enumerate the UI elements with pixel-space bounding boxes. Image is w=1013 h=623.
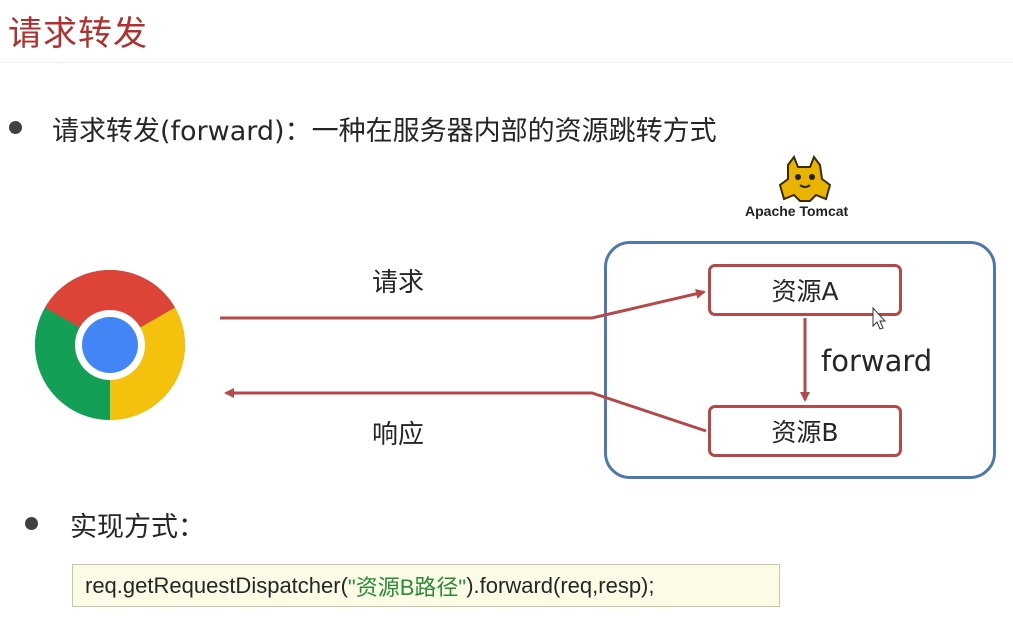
mouse-cursor-icon: [872, 306, 887, 330]
code-suffix: ).forward(req,resp);: [466, 572, 655, 598]
code-prefix: req.getRequestDispatcher(: [85, 572, 348, 598]
bullet-dot-2: [25, 517, 38, 530]
response-arrow: [224, 388, 707, 433]
response-label: 响应: [372, 420, 425, 450]
bullet-implementation: 实现方式：: [70, 512, 205, 543]
forward-label: forward: [821, 344, 933, 378]
code-string-arg: "资源B路径": [347, 574, 467, 600]
code-snippet: req.getRequestDispatcher("资源B路径").forwar…: [72, 564, 780, 607]
request-label: 请求: [372, 268, 425, 298]
request-arrow: [220, 288, 706, 320]
